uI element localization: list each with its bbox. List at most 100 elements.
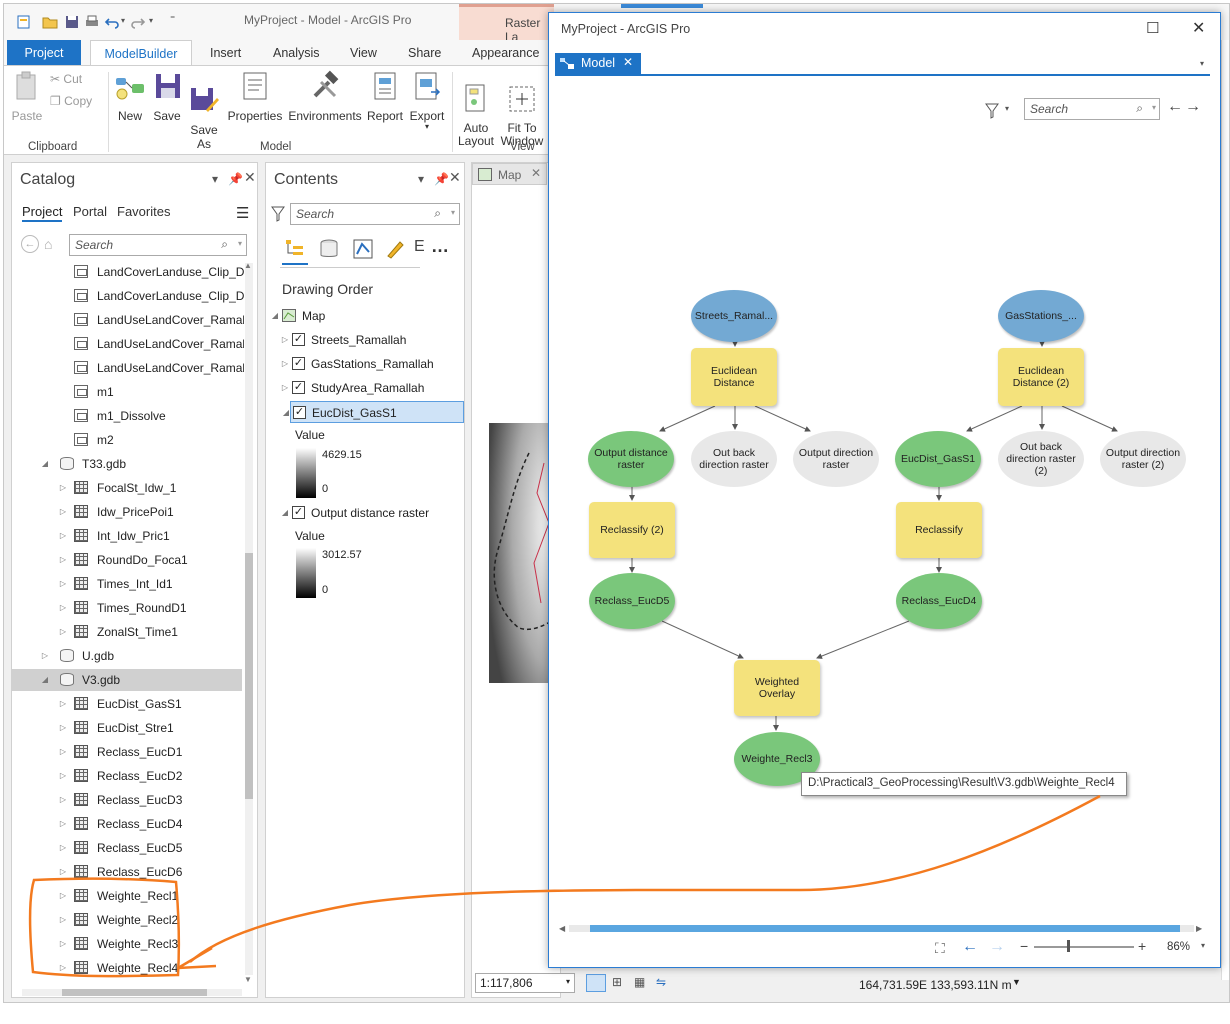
- layer-row[interactable]: ▷ ✓ StudyArea_Ramallah: [266, 377, 464, 399]
- catalog-list-item[interactable]: LandUseLandCover_Ramall: [12, 357, 244, 379]
- layer-row[interactable]: ◢ ✓ EucDist_GasS1: [283, 401, 464, 423]
- close-window-icon[interactable]: ✕: [1192, 18, 1205, 38]
- expand-icon[interactable]: ▷: [280, 329, 290, 351]
- new-model-button[interactable]: New: [110, 70, 150, 123]
- scroll-up-icon[interactable]: ▲: [244, 261, 252, 270]
- tab-project[interactable]: Project: [7, 40, 81, 66]
- layer-visibility-checkbox[interactable]: ✓: [292, 333, 305, 346]
- node-out-back-direction-raster-2[interactable]: Out back direction raster (2): [998, 431, 1084, 487]
- layer-row-output-distance[interactable]: ◢ ✓ Output distance raster: [266, 502, 464, 524]
- back-icon[interactable]: ←: [21, 235, 39, 253]
- catalog-list-item[interactable]: ▷ RoundDo_Foca1: [12, 549, 242, 571]
- catalog-list-item[interactable]: ▷ Weighte_Recl1: [12, 885, 242, 907]
- fixed-extent-button[interactable]: [586, 974, 606, 992]
- zoom-slider-thumb[interactable]: [1067, 940, 1070, 952]
- collapse-icon[interactable]: ◢: [280, 502, 290, 524]
- node-output-distance-raster[interactable]: Output distance raster: [588, 431, 674, 487]
- expand-icon[interactable]: ▷: [58, 525, 68, 547]
- close-tab-icon[interactable]: ✕: [623, 55, 633, 69]
- previous-extent-icon[interactable]: ←: [962, 938, 978, 956]
- redo-icon[interactable]: [130, 14, 146, 30]
- catalog-list-item[interactable]: ▷ Reclass_EucD5: [12, 837, 242, 859]
- expand-icon[interactable]: ▷: [58, 957, 68, 979]
- model-canvas[interactable]: ▾ Search ⌕ ▾ ← → Streets_Ramal... GasSta…: [555, 76, 1210, 956]
- tab-modelbuilder[interactable]: ModelBuilder: [90, 40, 192, 66]
- catalog-gdb-item[interactable]: ▷ U.gdb: [12, 645, 242, 667]
- catalog-list-item[interactable]: ▷ EucDist_GasS1: [12, 693, 242, 715]
- node-gasstations[interactable]: GasStations_...: [998, 290, 1084, 342]
- hamburger-menu-icon[interactable]: ☰: [236, 204, 249, 222]
- save-as-button[interactable]: Save As: [188, 70, 220, 165]
- catalog-gdb-item[interactable]: ◢ V3.gdb: [12, 669, 242, 691]
- catalog-list-item[interactable]: ▷ Times_RoundD1: [12, 597, 242, 619]
- save-model-button[interactable]: Save: [152, 70, 182, 123]
- paste-button[interactable]: Paste: [8, 70, 46, 123]
- catalog-list-item[interactable]: LandUseLandCover_Ramall: [12, 333, 244, 355]
- fit-extent-icon[interactable]: ⛶: [935, 940, 945, 957]
- copy-button[interactable]: ❐ Copy: [50, 94, 92, 108]
- expand-icon[interactable]: ▷: [40, 645, 50, 667]
- catalog-list-item[interactable]: ▷ Weighte_Recl2: [12, 909, 242, 931]
- tab-insert[interactable]: Insert: [202, 40, 249, 66]
- list-by-editing-icon[interactable]: [384, 238, 406, 260]
- scroll-down-icon[interactable]: ▼: [244, 975, 252, 984]
- expand-icon[interactable]: ▷: [58, 693, 68, 715]
- catalog-list-item[interactable]: ▷ Idw_PricePoi1: [12, 501, 242, 523]
- tab-model[interactable]: Model ✕: [555, 53, 641, 75]
- catalog-list-item[interactable]: ▷ Reclass_EucD1: [12, 741, 242, 763]
- catalog-search-input[interactable]: Search ⌕ ▾: [69, 234, 247, 256]
- home-icon[interactable]: ⌂: [44, 236, 52, 252]
- tab-share[interactable]: Share: [400, 40, 449, 66]
- scroll-left-icon[interactable]: ◀: [559, 924, 565, 933]
- tab-catalog-portal[interactable]: Portal: [73, 204, 107, 219]
- pin-icon[interactable]: 📌: [228, 172, 243, 186]
- catalog-hscroll-thumb[interactable]: [62, 989, 207, 996]
- tab-view[interactable]: View: [342, 40, 385, 66]
- node-reclass-eucd4[interactable]: Reclass_EucD4: [896, 573, 982, 629]
- customize-toolbar-icon[interactable]: ⁼: [170, 14, 175, 25]
- catalog-list-item[interactable]: ▷ Reclass_EucD3: [12, 789, 242, 811]
- map-row[interactable]: ◢ Map: [266, 305, 464, 327]
- catalog-vscroll-thumb[interactable]: [245, 553, 253, 799]
- expand-icon[interactable]: ▷: [58, 933, 68, 955]
- print-icon[interactable]: [84, 14, 100, 30]
- undo-icon[interactable]: [104, 14, 120, 30]
- catalog-list-item[interactable]: LandUseLandCover_Ramall: [12, 309, 244, 331]
- more-options-icon[interactable]: …: [431, 236, 449, 257]
- tab-appearance[interactable]: Appearance: [464, 40, 547, 66]
- maximize-icon[interactable]: ☐: [1146, 19, 1159, 37]
- zoom-out-icon[interactable]: −: [1020, 938, 1028, 954]
- close-icon[interactable]: ✕: [244, 169, 256, 186]
- node-out-back-direction-raster[interactable]: Out back direction raster: [691, 431, 777, 487]
- expand-icon[interactable]: ▷: [58, 573, 68, 595]
- catalog-list-item[interactable]: m1: [12, 381, 242, 403]
- export-button[interactable]: Export ▾: [408, 70, 446, 131]
- scale-selector[interactable]: 1:117,806 ▾: [475, 973, 575, 993]
- auto-layout-button[interactable]: Auto Layout: [456, 70, 496, 161]
- node-streets-ramallah[interactable]: Streets_Ramal...: [691, 290, 777, 342]
- expand-icon[interactable]: ▷: [58, 885, 68, 907]
- catalog-list-item[interactable]: ▷ ZonalSt_Time1: [12, 621, 242, 643]
- filter-icon[interactable]: [271, 206, 285, 222]
- environments-button[interactable]: Environments: [287, 70, 363, 123]
- catalog-list-item[interactable]: ▷ Weighte_Recl3: [12, 933, 242, 955]
- catalog-list-item[interactable]: LandCoverLanduse_Clip_Di: [12, 261, 244, 283]
- layer-visibility-checkbox[interactable]: ✓: [292, 357, 305, 370]
- expand-icon[interactable]: ▷: [58, 717, 68, 739]
- collapse-icon[interactable]: ◢: [40, 669, 50, 691]
- expand-icon[interactable]: ▷: [58, 621, 68, 643]
- expand-icon[interactable]: ▷: [58, 597, 68, 619]
- expand-icon[interactable]: ▷: [280, 377, 290, 399]
- expand-icon[interactable]: ▷: [58, 909, 68, 931]
- properties-button[interactable]: Properties: [226, 70, 284, 123]
- node-output-direction-raster-2[interactable]: Output direction raster (2): [1100, 431, 1186, 487]
- search-options-icon[interactable]: ▾: [238, 239, 242, 248]
- expand-icon[interactable]: ▷: [58, 837, 68, 859]
- save-project-icon[interactable]: [64, 14, 80, 30]
- search-options-icon[interactable]: ▾: [451, 208, 455, 217]
- layer-visibility-checkbox[interactable]: ✓: [293, 406, 306, 419]
- redo-dropdown-icon[interactable]: ▾: [149, 16, 153, 25]
- tab-list-dropdown-icon[interactable]: ▾: [1200, 59, 1204, 68]
- list-by-drawing-order-button[interactable]: [282, 235, 308, 265]
- close-icon[interactable]: ✕: [449, 169, 461, 186]
